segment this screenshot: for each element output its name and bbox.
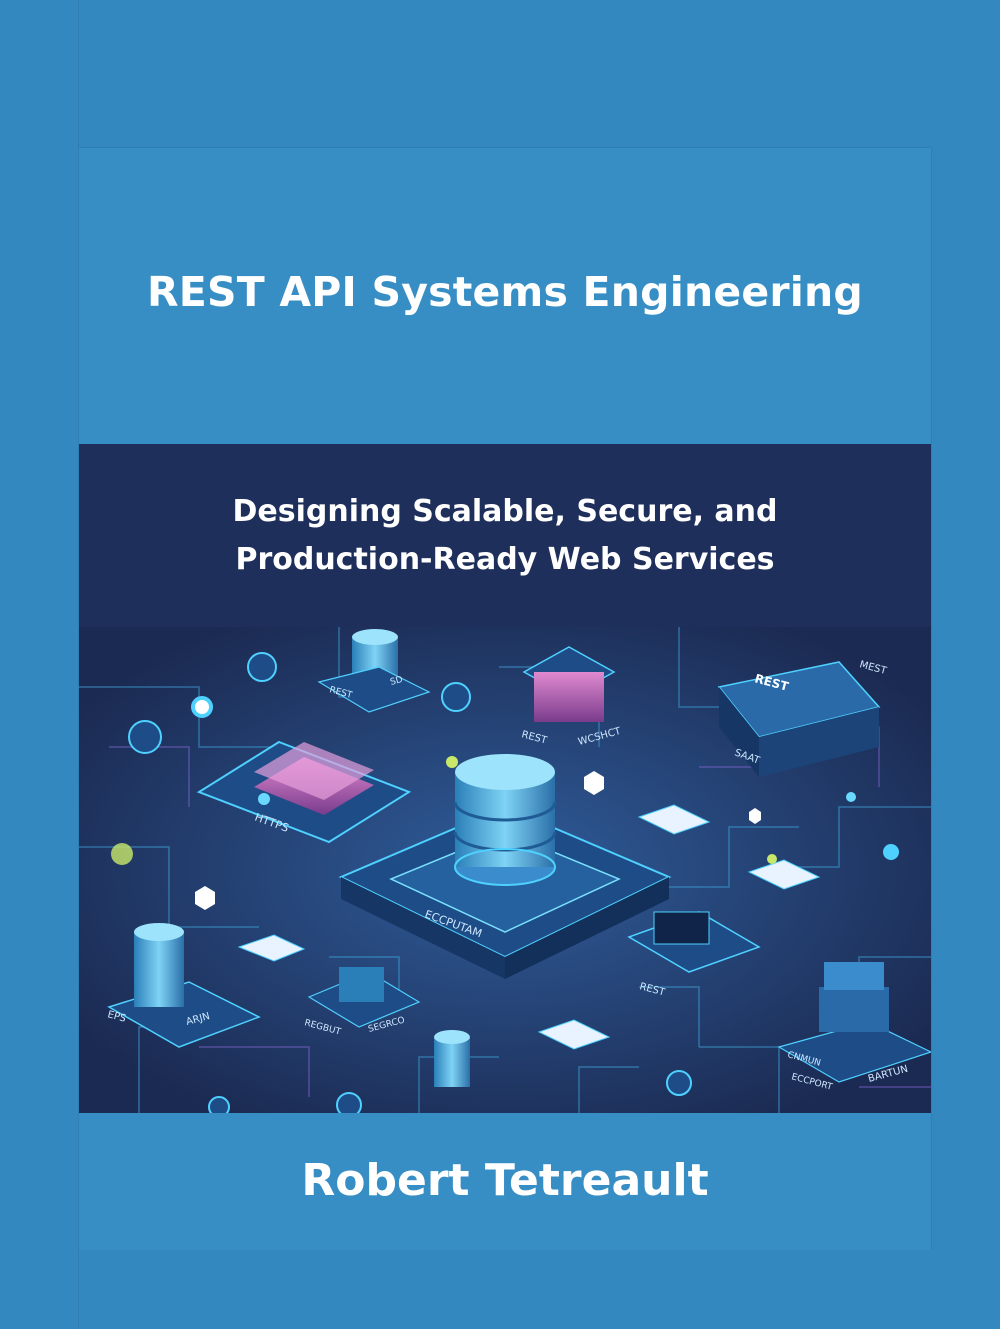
cover-illustration: ECCPUTAM HTTPS REST MEST SAAT REST WCSHC… (79, 627, 931, 1113)
book-title: REST API Systems Engineering (147, 268, 863, 316)
frame-right-line (931, 148, 932, 1250)
book-author: Robert Tetreault (301, 1155, 709, 1206)
tech-illustration: ECCPUTAM HTTPS REST MEST SAAT REST WCSHC… (79, 627, 931, 1113)
subtitle-band: Designing Scalable, Secure, and Producti… (79, 444, 931, 627)
book-subtitle: Designing Scalable, Secure, and Producti… (232, 494, 778, 577)
